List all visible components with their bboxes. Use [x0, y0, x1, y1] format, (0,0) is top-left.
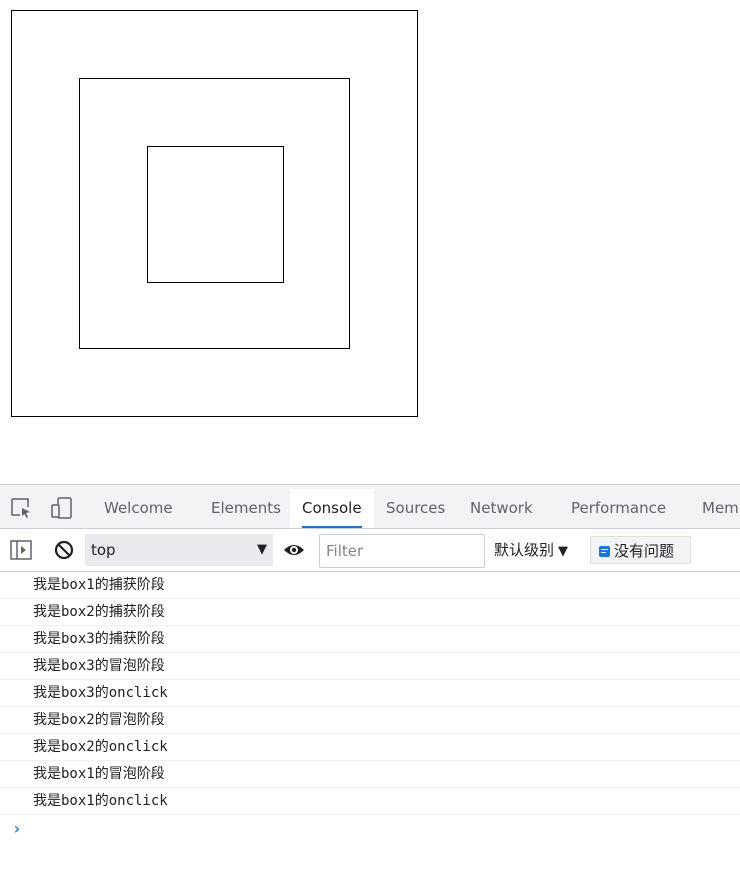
device-toolbar-icon[interactable] [51, 497, 73, 519]
tab-sources[interactable]: Sources [374, 489, 457, 528]
console-message: 我是box2的捕获阶段 [0, 599, 740, 626]
tab-welcome[interactable]: Welcome [92, 489, 185, 528]
filter-input[interactable] [319, 534, 485, 568]
console-message: 我是box2的onclick [0, 734, 740, 761]
tab-performance[interactable]: Performance [559, 489, 678, 528]
live-expression-eye-icon[interactable] [283, 539, 305, 561]
log-levels-label: 默认级别 [494, 541, 555, 559]
console-toolbar: top ▼ 默认级别▼ 没有问题 [0, 529, 740, 572]
console-message: 我是box1的onclick [0, 788, 740, 815]
dropdown-arrow-icon: ▼ [257, 542, 267, 557]
devtools-panel: Welcome Elements Console Sources Network… [0, 484, 740, 880]
console-message: 我是box1的冒泡阶段 [0, 761, 740, 788]
sidebar-toggle-icon[interactable] [10, 539, 32, 561]
web-page-viewport [0, 0, 740, 484]
issues-button[interactable]: 没有问题 [590, 536, 691, 564]
context-selector-value: top [91, 541, 116, 559]
console-message: 我是box2的冒泡阶段 [0, 707, 740, 734]
prompt-chevron-icon: › [12, 819, 22, 838]
issues-label: 没有问题 [614, 542, 675, 560]
tab-console[interactable]: Console [290, 489, 374, 528]
context-selector[interactable]: top ▼ [85, 534, 273, 566]
console-prompt[interactable]: › [0, 815, 740, 843]
devtools-tabbar: Welcome Elements Console Sources Network… [0, 485, 740, 529]
log-levels-dropdown[interactable]: 默认级别 ▼ [494, 534, 568, 566]
tab-elements[interactable]: Elements [199, 489, 293, 528]
issues-icon [599, 546, 610, 557]
console-message: 我是box3的onclick [0, 680, 740, 707]
console-message: 我是box3的捕获阶段 [0, 626, 740, 653]
console-message: 我是box3的冒泡阶段 [0, 653, 740, 680]
console-output: 我是box1的捕获阶段 我是box2的捕获阶段 我是box3的捕获阶段 我是bo… [0, 572, 740, 843]
box3[interactable] [147, 146, 284, 283]
tab-memory[interactable]: Mem [690, 489, 740, 528]
console-message: 我是box1的捕获阶段 [0, 572, 740, 599]
tab-network[interactable]: Network [458, 489, 545, 528]
inspect-element-icon[interactable] [10, 497, 32, 519]
dropdown-arrow-icon: ▼ [558, 544, 569, 559]
clear-console-icon[interactable] [53, 539, 75, 561]
